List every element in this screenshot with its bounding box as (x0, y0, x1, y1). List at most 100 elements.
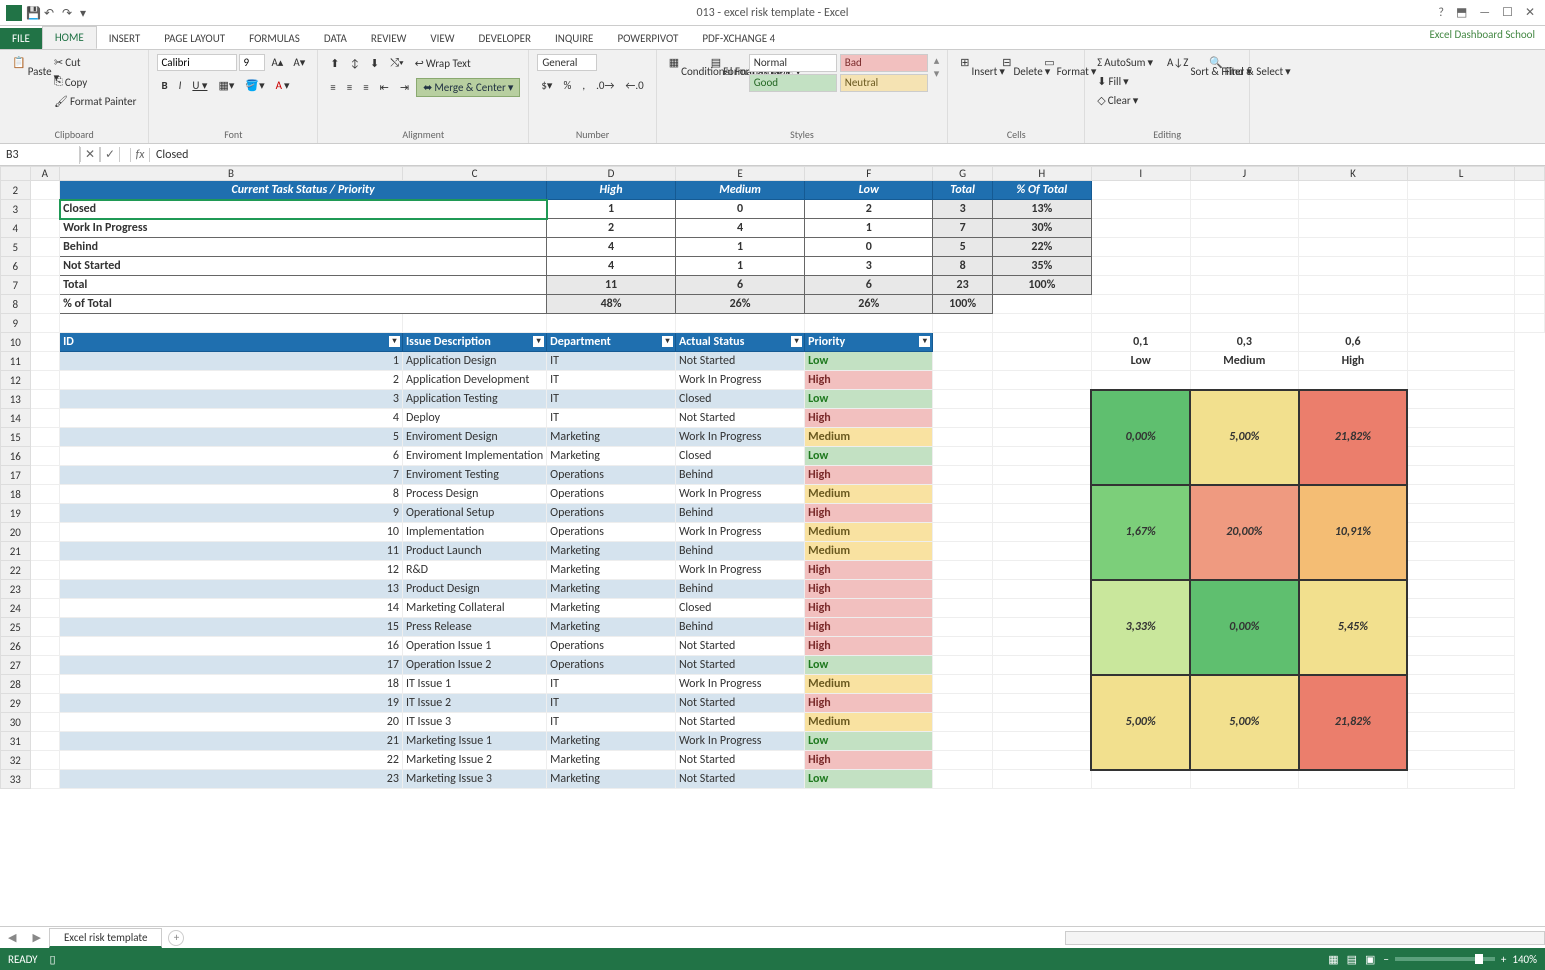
number-format-select[interactable]: General (537, 54, 597, 71)
italic-button[interactable]: I (175, 77, 186, 94)
font-color-button[interactable]: A▾ (272, 77, 294, 94)
ribbon-options-icon[interactable]: ⬒ (1456, 5, 1467, 20)
zoom-out-icon[interactable]: − (1383, 953, 1388, 966)
help-icon[interactable]: ? (1438, 6, 1444, 20)
macro-record-icon[interactable]: ▯ (50, 953, 56, 966)
sheet-tab[interactable]: Excel risk template (49, 928, 163, 948)
increase-decimal-icon[interactable]: .0→ (592, 77, 618, 94)
clear-button[interactable]: ◇ Clear ▾ (1093, 92, 1157, 109)
worksheet[interactable]: ABCDEFGHIJKL2Current Task Status / Prior… (0, 166, 1545, 926)
ribbon-tab-pdf-xchange-4[interactable]: PDF-XChange 4 (690, 28, 787, 49)
insert-cells-button[interactable]: ⊞Insert▾ (956, 54, 992, 88)
grow-font-icon[interactable]: A▴ (267, 54, 287, 71)
style-good[interactable]: Good (749, 74, 837, 92)
autosum-button[interactable]: Σ AutoSum ▾ (1093, 54, 1157, 71)
col-header[interactable]: H (992, 167, 1091, 181)
col-header[interactable]: B (60, 167, 403, 181)
filter-icon[interactable]: ▾ (533, 336, 544, 347)
underline-button[interactable]: U ▾ (188, 77, 211, 94)
align-center-icon[interactable]: ≡ (343, 79, 356, 96)
ribbon-tab-insert[interactable]: INSERT (97, 28, 153, 49)
view-pagebreak-icon[interactable]: ▣ (1365, 953, 1375, 966)
conditional-formatting-button[interactable]: ▦Conditional Formatting▾ (665, 54, 701, 88)
ribbon-tab-developer[interactable]: DEVELOPER (467, 28, 543, 49)
wrap-text-button[interactable]: ↩ Wrap Text (411, 55, 475, 72)
ribbon-tab-view[interactable]: VIEW (418, 28, 466, 49)
increase-indent-icon[interactable]: ⇥ (396, 79, 413, 96)
redo-icon[interactable]: ↷ (62, 6, 76, 20)
col-header[interactable]: C (402, 167, 546, 181)
delete-cells-button[interactable]: ⊟Delete▾ (998, 54, 1034, 88)
maximize-icon[interactable]: ☐ (1502, 5, 1513, 20)
undo-icon[interactable]: ↶ (44, 6, 58, 20)
enter-formula-icon[interactable]: ✓ (100, 147, 120, 162)
border-button[interactable]: ▦▾ (214, 77, 238, 94)
ribbon-tab-formulas[interactable]: FORMULAS (237, 28, 312, 49)
ribbon-tab-home[interactable]: HOME (42, 26, 97, 49)
style-normal[interactable]: Normal (749, 54, 837, 72)
row-header[interactable]: 9 (1, 314, 31, 333)
help-link[interactable]: Excel Dashboard School (1429, 28, 1535, 41)
font-size-input[interactable] (239, 54, 265, 71)
formula-input[interactable]: Closed (150, 146, 1545, 164)
view-normal-icon[interactable]: ▦ (1328, 953, 1338, 966)
sort-filter-button[interactable]: A↓ZSort & Filter▾ (1163, 54, 1199, 88)
fill-color-button[interactable]: 🪣▾ (241, 77, 268, 94)
copy-button[interactable]: ⎘ Copy (50, 73, 140, 91)
ribbon-tab-data[interactable]: DATA (312, 28, 359, 49)
ribbon-tab-powerpivot[interactable]: POWERPIVOT (605, 28, 690, 49)
align-right-icon[interactable]: ≡ (359, 79, 372, 96)
accounting-icon[interactable]: $▾ (537, 77, 556, 94)
col-header[interactable]: E (675, 167, 804, 181)
decrease-indent-icon[interactable]: ⇤ (376, 79, 393, 96)
name-box[interactable]: B3 (0, 146, 80, 164)
col-header[interactable]: I (1091, 167, 1190, 181)
format-table-button[interactable]: ▤Format as Table▾ (707, 54, 743, 88)
col-header[interactable]: K (1299, 167, 1408, 181)
col-header[interactable]: A (30, 167, 59, 181)
align-left-icon[interactable]: ≡ (326, 79, 339, 96)
filter-icon[interactable]: ▾ (389, 336, 400, 347)
filter-icon[interactable]: ▾ (791, 336, 802, 347)
decrease-decimal-icon[interactable]: ←.0 (621, 77, 647, 94)
view-layout-icon[interactable]: ▤ (1347, 953, 1357, 966)
cut-button[interactable]: ✂ Cut (50, 54, 140, 71)
style-bad[interactable]: Bad (840, 54, 928, 72)
close-icon[interactable]: ✕ (1525, 5, 1535, 20)
qat-customize-icon[interactable]: ▾ (80, 6, 94, 20)
col-header[interactable]: D (547, 167, 676, 181)
zoom-in-icon[interactable]: + (1501, 953, 1506, 966)
sheet-nav-next-icon[interactable]: ▶ (24, 931, 48, 944)
fx-icon[interactable]: fx (130, 148, 150, 162)
bold-button[interactable]: B (157, 77, 171, 94)
orientation-icon[interactable]: ⤭▾ (386, 54, 407, 72)
col-header[interactable]: G (933, 167, 992, 181)
sheet-nav-prev-icon[interactable]: ◀ (0, 931, 24, 944)
zoom-level[interactable]: 140% (1512, 953, 1537, 966)
zoom-slider[interactable] (1395, 957, 1495, 961)
font-name-input[interactable] (157, 54, 237, 71)
align-middle-icon[interactable]: ↕ (346, 55, 363, 72)
find-select-button[interactable]: 🔍Find & Select▾ (1205, 54, 1241, 88)
format-painter-button[interactable]: 🖌 Format Painter (50, 93, 140, 110)
paste-button[interactable]: 📋 Paste▾ (8, 54, 44, 88)
ribbon-tab-review[interactable]: REVIEW (359, 28, 419, 49)
ribbon-tab-inquire[interactable]: INQUIRE (543, 28, 605, 49)
align-top-icon[interactable]: ⬆ (326, 55, 343, 72)
col-header[interactable]: J (1190, 167, 1299, 181)
col-header[interactable]: F (805, 167, 933, 181)
cancel-formula-icon[interactable]: ✕ (80, 147, 100, 162)
align-bottom-icon[interactable]: ⬇ (366, 55, 383, 72)
horizontal-scrollbar[interactable] (1065, 931, 1545, 945)
new-sheet-button[interactable]: + (168, 930, 184, 946)
merge-center-button[interactable]: ⬌ Merge & Center ▾ (416, 78, 520, 97)
format-cells-button[interactable]: ▭Format▾ (1040, 54, 1076, 88)
save-icon[interactable]: 💾 (26, 6, 40, 20)
shrink-font-icon[interactable]: A▾ (289, 54, 309, 71)
percent-icon[interactable]: % (559, 77, 575, 94)
col-header[interactable]: L (1407, 167, 1515, 181)
fill-button[interactable]: ⬇ Fill ▾ (1093, 73, 1157, 90)
style-neutral[interactable]: Neutral (840, 74, 928, 92)
minimize-icon[interactable]: — (1479, 6, 1490, 20)
ribbon-tab-file[interactable]: FILE (0, 28, 42, 49)
